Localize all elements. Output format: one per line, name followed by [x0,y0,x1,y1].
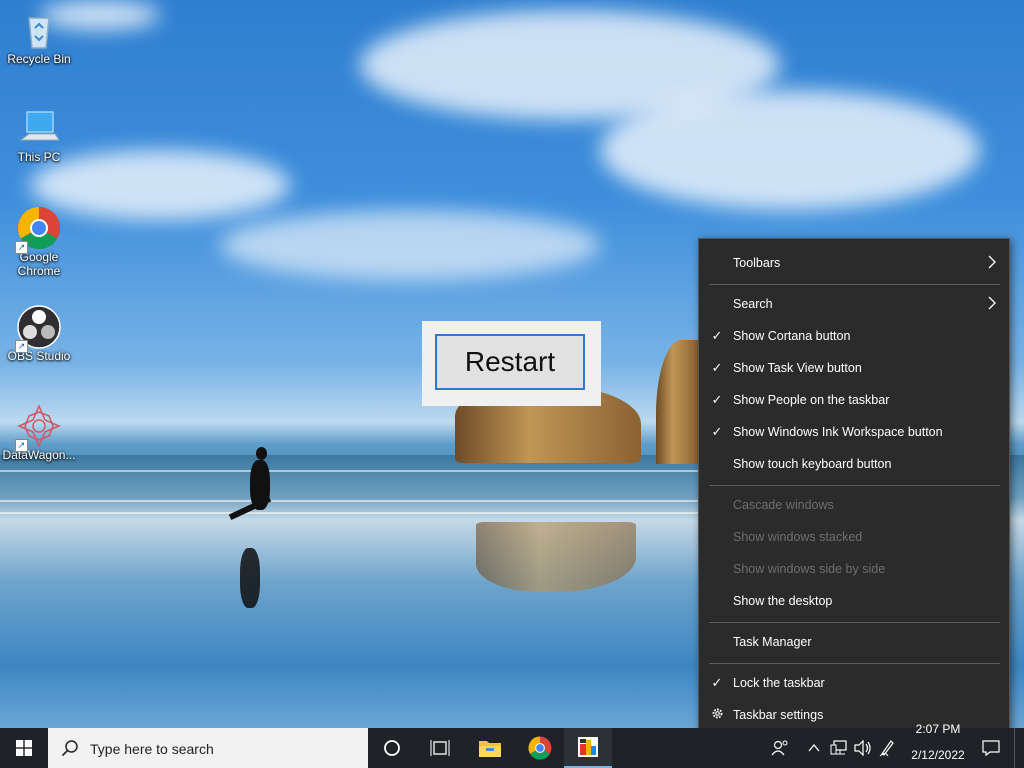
cortana-icon [384,740,400,756]
menu-item-label: Show windows side by side [733,562,886,576]
menu-item-show-touch-keyboard[interactable]: Show touch keyboard button [699,449,1009,479]
datawagon-icon: ↗ [15,404,61,452]
shortcut-arrow-icon: ↗ [15,340,28,353]
checkmark-icon: ✓ [711,328,723,343]
menu-item-search[interactable]: Search [699,289,1009,319]
chrome-taskbar-button[interactable] [516,728,564,768]
file-explorer-button[interactable] [466,728,514,768]
taskbar-context-menu: Toolbars Search ✓ Show Cortana button ✓ … [698,238,1010,740]
menu-separator [709,485,1000,486]
taskbar-search-box[interactable] [48,728,368,768]
menu-item-show-desktop[interactable]: Show the desktop [699,586,1009,616]
menu-item-cascade-windows: Cascade windows [699,490,1009,520]
people-button[interactable] [766,728,794,768]
restart-button[interactable]: Restart [435,334,585,390]
menu-item-label: Lock the taskbar [733,676,825,690]
menu-item-show-windows-ink[interactable]: ✓ Show Windows Ink Workspace button [699,417,1009,447]
obs-icon: ↗ [15,305,61,353]
notification-icon [982,740,1000,757]
clock-date: 2/12/2022 [911,748,965,762]
menu-item-label: Show Cortana button [733,329,851,343]
menu-item-label: Taskbar settings [733,708,824,722]
recycle-bin-icon [17,8,61,52]
desktop-icon-label: OBS Studio [7,349,71,363]
menu-separator [709,284,1000,285]
restart-panel: Restart [422,321,601,406]
pen-icon [879,740,894,757]
menu-item-label: Cascade windows [733,498,834,512]
menu-item-show-windows-stacked: Show windows stacked [699,522,1009,552]
menu-separator [709,663,1000,664]
gear-icon [710,707,724,723]
menu-item-show-task-view-button[interactable]: ✓ Show Task View button [699,353,1009,383]
menu-item-show-people[interactable]: ✓ Show People on the taskbar [699,385,1009,415]
desktop-icon-this-pc[interactable]: This PC [0,106,78,164]
checkmark-icon: ✓ [711,675,723,690]
app-icon [578,737,598,757]
chevron-right-icon [987,254,997,273]
computer-icon [17,106,61,150]
task-view-icon [430,740,450,756]
menu-item-label: Show touch keyboard button [733,457,892,471]
desktop-icon-obs-studio[interactable]: ↗ OBS Studio [0,305,78,363]
checkmark-icon: ✓ [711,424,723,439]
action-center-button[interactable] [980,728,1002,768]
desktop-icon-label: Google Chrome [17,250,61,278]
cortana-button[interactable] [368,728,416,768]
checkmark-icon: ✓ [711,392,723,407]
desktop-icon-label: Recycle Bin [7,52,71,66]
running-app-button[interactable] [564,728,612,768]
chrome-icon [528,736,552,760]
chrome-icon: ↗ [15,206,61,254]
shortcut-arrow-icon: ↗ [15,241,28,254]
desktop-icon-google-chrome[interactable]: ↗ Google Chrome [0,206,78,278]
windows-logo-icon [16,740,32,756]
desktop-icon-label: This PC [17,150,61,164]
windows-ink-button[interactable] [876,728,898,768]
search-icon [61,740,78,757]
clock[interactable]: 2:07 PM 2/12/2022 [896,724,980,768]
chevron-right-icon [987,295,997,314]
menu-separator [709,622,1000,623]
shortcut-arrow-icon: ↗ [15,439,28,452]
task-view-button[interactable] [416,728,464,768]
checkmark-icon: ✓ [711,360,723,375]
menu-item-show-cortana-button[interactable]: ✓ Show Cortana button [699,321,1009,351]
show-desktop-strip[interactable] [1014,728,1024,768]
menu-item-label: Show the desktop [733,594,833,608]
show-hidden-icons-button[interactable] [804,728,824,768]
search-input[interactable] [88,738,352,760]
menu-item-label: Toolbars [733,256,781,270]
menu-item-toolbars[interactable]: Toolbars [699,248,1009,278]
desktop-icon-label: DataWagon... [2,448,76,462]
menu-item-label: Task Manager [733,635,812,649]
menu-item-label: Show windows stacked [733,530,863,544]
menu-item-label: Show Windows Ink Workspace button [733,425,943,439]
clock-time: 2:07 PM [915,724,961,736]
chevron-up-icon [808,743,820,752]
people-icon [771,740,788,756]
menu-item-task-manager[interactable]: Task Manager [699,627,1009,657]
menu-item-lock-taskbar[interactable]: ✓ Lock the taskbar [699,668,1009,698]
volume-icon [854,740,871,756]
start-button[interactable] [0,728,48,768]
network-button[interactable] [828,728,850,768]
menu-item-label: Show People on the taskbar [733,393,890,407]
menu-item-label: Show Task View button [733,361,862,375]
menu-item-label: Search [733,297,773,311]
menu-item-show-windows-side-by-side: Show windows side by side [699,554,1009,584]
taskbar: 2:07 PM 2/12/2022 [0,724,1024,768]
desktop-icon-datawagon[interactable]: ↗ DataWagon... [0,404,78,462]
volume-button[interactable] [852,728,874,768]
desktop-icon-recycle-bin[interactable]: Recycle Bin [0,8,78,66]
network-icon [830,740,847,755]
file-explorer-icon [479,741,501,757]
